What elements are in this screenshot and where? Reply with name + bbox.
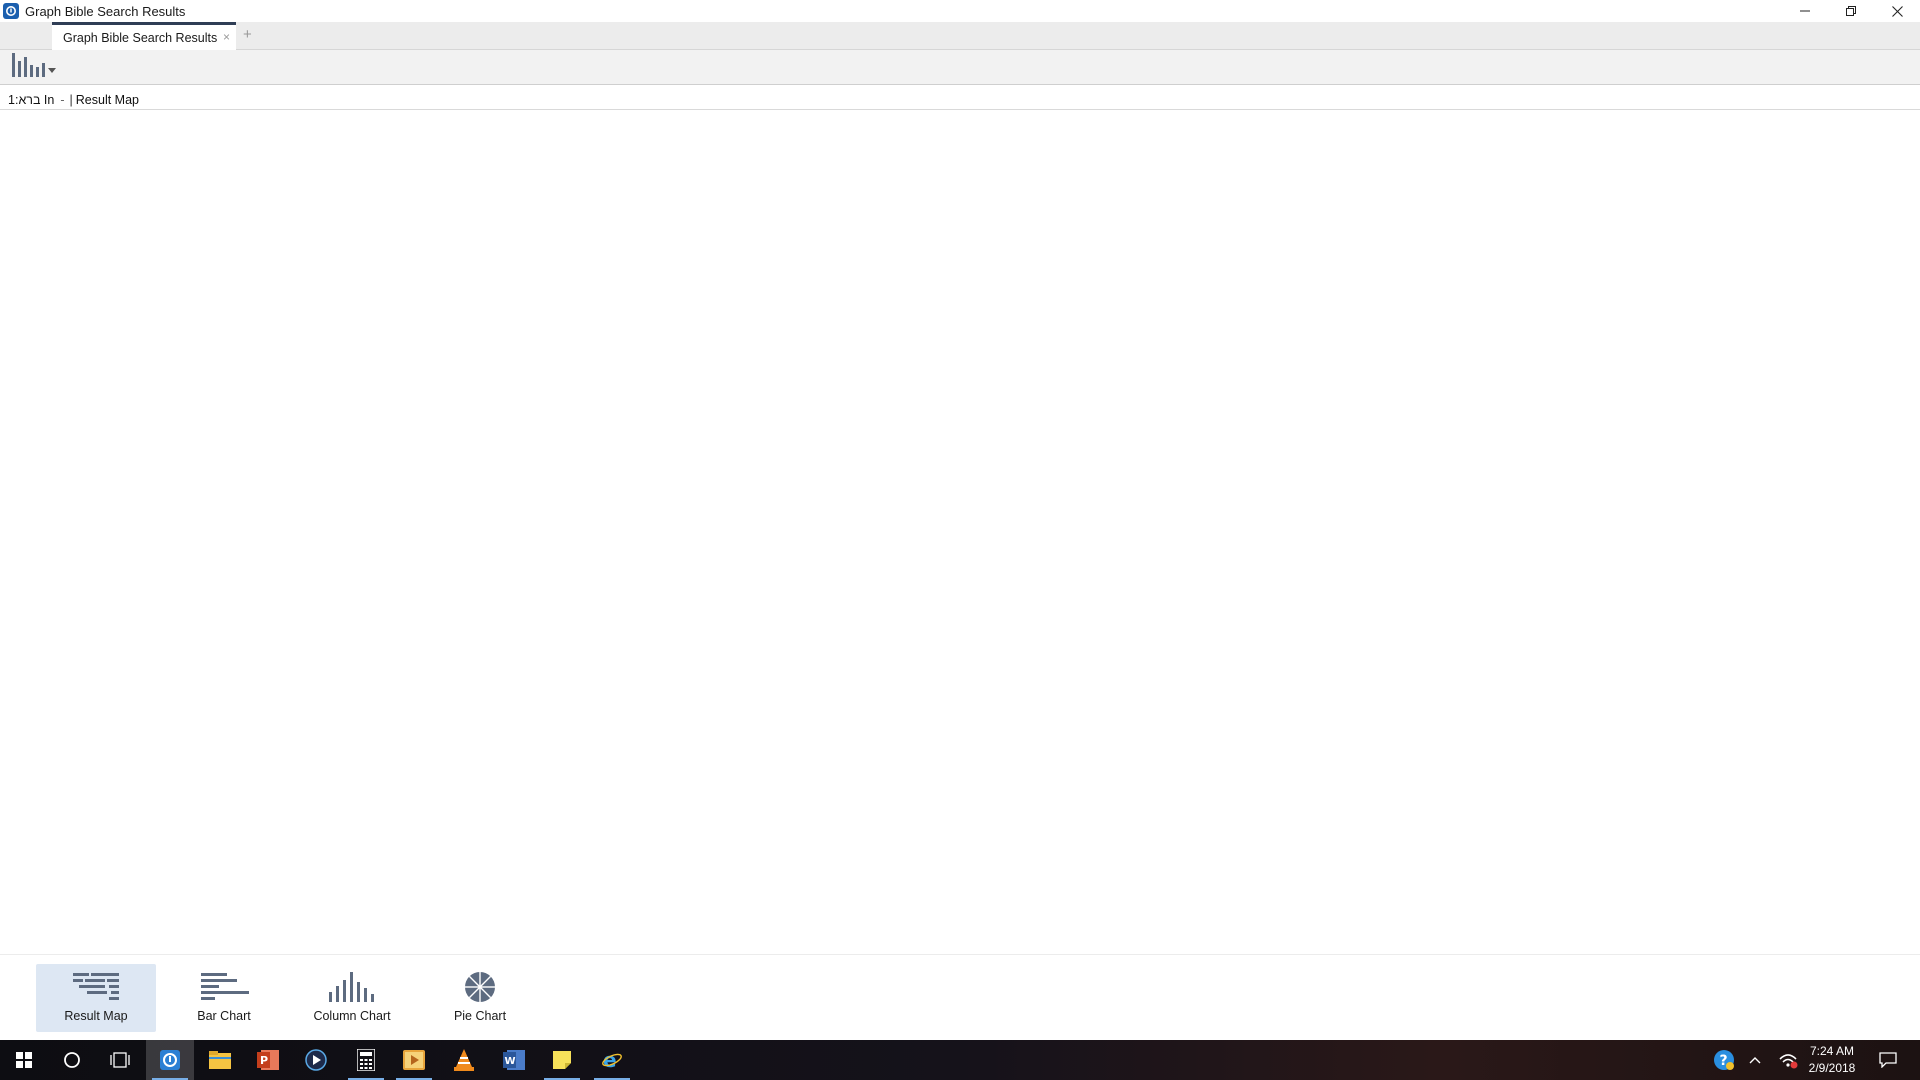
windows-start-icon [16, 1052, 32, 1068]
restore-button[interactable] [1828, 0, 1874, 22]
taskbar-video-app[interactable] [390, 1040, 438, 1080]
separator: | [69, 92, 73, 107]
taskbar-media-player[interactable] [292, 1040, 340, 1080]
task-view-icon [110, 1052, 130, 1068]
graph-content-area [0, 111, 1920, 954]
tab-close-icon[interactable]: × [223, 30, 230, 44]
window-title: Graph Bible Search Results [25, 3, 186, 19]
task-view-button[interactable] [96, 1040, 144, 1080]
help-tray-button[interactable]: ? [1710, 1040, 1738, 1080]
column-chart-label: Column Chart [313, 1009, 391, 1023]
restore-icon [1846, 6, 1856, 16]
pie-chart-icon [465, 972, 495, 1002]
taskbar-vlc[interactable] [440, 1040, 488, 1080]
clock-date: 2/9/2018 [1808, 1061, 1856, 1075]
powerpoint-icon: P [257, 1050, 279, 1070]
taskbar-file-explorer[interactable] [196, 1040, 244, 1080]
tab-graph-bible-search-results[interactable]: Graph Bible Search Results × [52, 22, 236, 50]
show-hidden-icons-button[interactable] [1744, 1040, 1766, 1080]
result-map-icon [73, 973, 119, 1000]
taskbar-word[interactable]: W [490, 1040, 538, 1080]
cortana-search-icon [64, 1052, 80, 1068]
taskbar-calculator[interactable] [342, 1040, 390, 1080]
bar-chart-icon [201, 973, 249, 1000]
graph-panel-icon [12, 53, 45, 77]
svg-text:P: P [260, 1054, 268, 1067]
internet-explorer-icon: e [602, 1049, 622, 1071]
column-chart-button[interactable]: Column Chart [292, 964, 412, 1032]
word-icon: W [503, 1050, 525, 1070]
column-chart-icon [329, 972, 374, 1002]
video-app-icon [403, 1050, 425, 1070]
toolbar [0, 50, 1920, 85]
title-bar: Graph Bible Search Results [0, 0, 1920, 22]
search-query[interactable]: 1:ברא In [8, 93, 54, 107]
panel-menu-button[interactable] [8, 42, 56, 82]
close-icon [1891, 5, 1903, 17]
minimize-icon [1800, 10, 1810, 12]
clock-time: 7:24 AM [1809, 1044, 1855, 1058]
close-button[interactable] [1874, 0, 1920, 22]
chart-type-selector: Result Map Bar Chart Column Chart Pie Ch… [0, 954, 1920, 1040]
logos-app-icon [3, 3, 19, 19]
media-player-icon [305, 1049, 327, 1071]
network-icon [1779, 1054, 1798, 1069]
pie-chart-label: Pie Chart [453, 1009, 507, 1023]
taskbar-sticky-notes[interactable] [538, 1040, 586, 1080]
sticky-notes-icon [553, 1051, 571, 1069]
window-controls [1782, 0, 1920, 22]
tab-label: Graph Bible Search Results [63, 30, 218, 45]
start-button[interactable] [0, 1040, 48, 1080]
help-icon: ? [1714, 1050, 1734, 1070]
taskbar-powerpoint[interactable]: P [244, 1040, 292, 1080]
add-tab-icon[interactable]: + [243, 26, 252, 43]
taskbar-internet-explorer[interactable]: e [588, 1040, 636, 1080]
taskbar: P W e ? 7:24 AM 2/9/2018 [0, 1040, 1920, 1080]
file-explorer-icon [209, 1051, 231, 1069]
chevron-up-icon [1749, 1057, 1761, 1064]
pie-chart-button[interactable]: Pie Chart [420, 964, 540, 1032]
result-map-label: Result Map [64, 1009, 128, 1023]
bar-chart-button[interactable]: Bar Chart [164, 964, 284, 1032]
taskbar-logos[interactable] [146, 1040, 194, 1080]
result-map-button[interactable]: Result Map [36, 964, 156, 1032]
tab-strip: Graph Bible Search Results × + [0, 22, 1920, 50]
svg-text:W: W [505, 1056, 516, 1067]
current-view-label: Result Map [75, 92, 140, 107]
calculator-icon [357, 1049, 375, 1071]
bar-chart-label: Bar Chart [197, 1009, 251, 1023]
chevron-down-icon[interactable] [48, 68, 56, 73]
reference-bar: 1:ברא In - | Result Map [0, 90, 1920, 110]
network-tray-button[interactable] [1774, 1040, 1802, 1080]
minimize-button[interactable] [1782, 0, 1828, 22]
query-dropdown[interactable]: - [60, 93, 64, 107]
action-center-button[interactable] [1872, 1040, 1904, 1080]
logos-app-icon [160, 1050, 180, 1070]
cortana-button[interactable] [48, 1040, 96, 1080]
vlc-icon [454, 1049, 474, 1071]
system-clock[interactable]: 7:24 AM 2/9/2018 [1804, 1043, 1860, 1077]
notification-icon [1879, 1052, 1897, 1068]
